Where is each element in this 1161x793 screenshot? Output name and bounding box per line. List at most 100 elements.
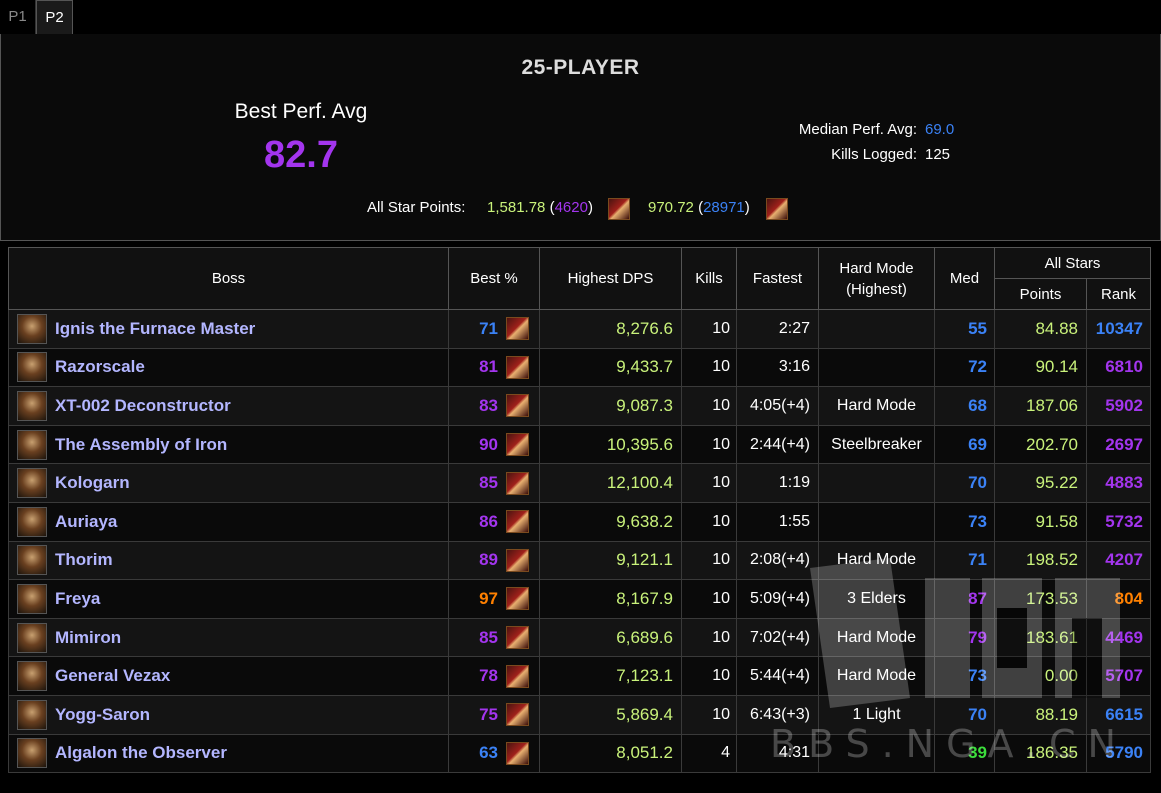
- boss-name-link[interactable]: Razorscale: [55, 357, 145, 376]
- boss-cell: Ignis the Furnace Master: [8, 309, 449, 349]
- best-percent-value[interactable]: 75: [456, 705, 498, 725]
- spec-icon: [506, 471, 529, 495]
- rank-cell[interactable]: 804: [1085, 579, 1152, 619]
- boss-portrait-icon: [17, 699, 47, 730]
- header-median[interactable]: Med: [934, 247, 995, 310]
- spec-icon: [506, 548, 529, 572]
- header-boss[interactable]: Boss: [8, 247, 449, 310]
- kills-cell: 10: [681, 424, 737, 465]
- best-percent-value[interactable]: 81: [456, 357, 498, 377]
- hard-mode-cell: 3 Elders: [818, 579, 935, 619]
- header-best-percent[interactable]: Best %: [448, 247, 540, 310]
- kills-cell: 4: [681, 733, 737, 774]
- highest-dps-cell: 6,689.6: [539, 617, 682, 658]
- rank-cell[interactable]: 5902: [1085, 386, 1152, 426]
- best-percent-value[interactable]: 97: [456, 589, 498, 609]
- tab-p1[interactable]: P1: [0, 0, 36, 34]
- tab-p2[interactable]: P2: [36, 0, 73, 34]
- star-points-rank[interactable]: 4620: [555, 199, 588, 216]
- fastest-cell: 2:27: [736, 309, 819, 349]
- median-cell: 39: [934, 733, 995, 774]
- table-row: General Vezax 78 7,123.1 10 5:44(+4) Hard Mod…: [8, 656, 1152, 696]
- spec-icon: [506, 394, 529, 418]
- boss-cell: Algalon the Observer: [8, 733, 449, 774]
- star-points-rank[interactable]: 28971: [703, 199, 745, 216]
- kills-cell: 10: [681, 540, 737, 581]
- boss-name-link[interactable]: General Vezax: [55, 666, 170, 685]
- boss-portrait-icon: [17, 313, 47, 344]
- highest-dps-cell: 8,276.6: [539, 309, 682, 349]
- hard-mode-cell: [818, 501, 935, 542]
- hard-mode-cell: Hard Mode: [818, 540, 935, 581]
- hard-mode-cell: [818, 347, 935, 388]
- boss-rows: Ignis the Furnace Master 71 8,276.6 10 2:27 5…: [8, 309, 1152, 774]
- highest-dps-cell: 5,869.4: [539, 694, 682, 735]
- median-cell: 72: [934, 347, 995, 388]
- median-cell: 68: [934, 386, 995, 426]
- header-kills[interactable]: Kills: [681, 247, 737, 310]
- highest-dps-cell: 7,123.1: [539, 656, 682, 696]
- spec-icon: [506, 703, 529, 727]
- best-percent-cell: 75: [448, 694, 540, 735]
- header-rank[interactable]: Rank: [1085, 278, 1152, 310]
- boss-name-link[interactable]: The Assembly of Iron: [55, 435, 227, 454]
- table-row: XT-002 Deconstructor 83 9,087.3 10 4:05(+4) H…: [8, 386, 1152, 426]
- points-cell: 198.52: [994, 540, 1087, 581]
- boss-name-link[interactable]: Algalon the Observer: [55, 743, 227, 762]
- best-percent-value[interactable]: 90: [456, 435, 498, 455]
- star-points-spec1: 1,581.78 (4620): [487, 199, 593, 216]
- header-highest-dps[interactable]: Highest DPS: [539, 247, 682, 310]
- fastest-cell: 4:31: [736, 733, 819, 774]
- best-percent-value[interactable]: 85: [456, 473, 498, 493]
- kills-cell: 10: [681, 694, 737, 735]
- rank-cell[interactable]: 5707: [1085, 656, 1152, 696]
- header-fastest[interactable]: Fastest: [736, 247, 819, 310]
- spec-icon: [506, 741, 529, 765]
- boss-name-link[interactable]: Yogg-Saron: [55, 705, 150, 724]
- boss-portrait-icon: [17, 506, 47, 537]
- rank-cell[interactable]: 6810: [1085, 347, 1152, 388]
- rank-cell[interactable]: 4883: [1085, 463, 1152, 503]
- boss-name-link[interactable]: Freya: [55, 589, 100, 608]
- hard-mode-cell: Steelbreaker: [818, 424, 935, 465]
- rank-cell[interactable]: 5732: [1085, 501, 1152, 542]
- rank-cell[interactable]: 4207: [1085, 540, 1152, 581]
- best-percent-value[interactable]: 86: [456, 512, 498, 532]
- boss-cell: Kologarn: [8, 463, 449, 503]
- best-percent-value[interactable]: 85: [456, 628, 498, 648]
- hard-mode-cell: [818, 463, 935, 503]
- spec-icon[interactable]: [608, 198, 630, 220]
- table-row: Auriaya 86 9,638.2 10 1:55 73 91.58 5732: [8, 501, 1152, 542]
- boss-name-link[interactable]: Thorim: [55, 550, 113, 569]
- best-percent-value[interactable]: 89: [456, 550, 498, 570]
- kills-logged-value: 125: [925, 146, 951, 163]
- best-perf-label: Best Perf. Avg: [234, 100, 368, 123]
- header-points[interactable]: Points: [994, 278, 1087, 310]
- rank-cell[interactable]: 6615: [1085, 694, 1152, 735]
- boss-name-link[interactable]: Ignis the Furnace Master: [55, 319, 255, 338]
- rank-cell[interactable]: 5790: [1085, 733, 1152, 774]
- boss-name-link[interactable]: Mimiron: [55, 628, 121, 647]
- boss-portrait-icon: [17, 468, 47, 499]
- star-points-value: 970.72: [648, 199, 694, 216]
- boss-name-link[interactable]: Auriaya: [55, 512, 117, 531]
- rank-cell[interactable]: 10347: [1085, 309, 1152, 349]
- best-percent-value[interactable]: 63: [456, 743, 498, 763]
- median-cell: 70: [934, 463, 995, 503]
- boss-portrait-icon: [17, 390, 47, 421]
- header-hard-mode[interactable]: Hard Mode (Highest): [818, 247, 935, 310]
- best-percent-value[interactable]: 83: [456, 396, 498, 416]
- spec-icon[interactable]: [766, 198, 788, 220]
- best-percent-value[interactable]: 71: [456, 319, 498, 339]
- best-percent-value[interactable]: 78: [456, 666, 498, 686]
- kills-cell: 10: [681, 656, 737, 696]
- hard-mode-cell: Hard Mode: [818, 386, 935, 426]
- best-percent-cell: 83: [448, 386, 540, 426]
- boss-portrait-icon: [17, 545, 47, 576]
- rank-cell[interactable]: 2697: [1085, 424, 1152, 465]
- boss-name-link[interactable]: Kologarn: [55, 473, 130, 492]
- highest-dps-cell: 9,638.2: [539, 501, 682, 542]
- rank-cell[interactable]: 4469: [1085, 617, 1152, 658]
- boss-name-link[interactable]: XT-002 Deconstructor: [55, 396, 231, 415]
- spec-icon: [506, 510, 529, 534]
